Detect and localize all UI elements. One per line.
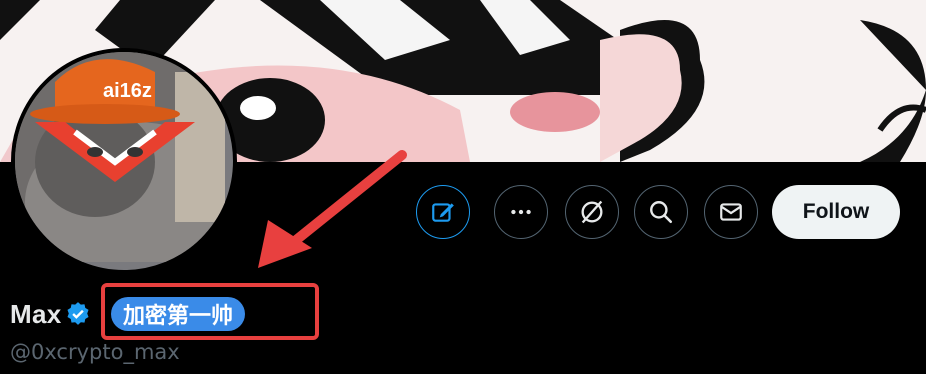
more-icon (511, 209, 531, 215)
hat-text: ai16z (103, 80, 152, 102)
edit-button[interactable] (416, 185, 470, 239)
verified-badge-icon[interactable] (65, 301, 91, 327)
search-icon (650, 201, 673, 224)
name-row: Max (10, 296, 91, 332)
mail-icon (720, 203, 742, 221)
avatar[interactable]: ai16z (11, 48, 237, 274)
message-button[interactable] (704, 185, 758, 239)
follow-button[interactable]: Follow (772, 185, 900, 239)
annotation-highlight-box (101, 283, 319, 340)
search-button[interactable] (634, 185, 688, 239)
more-button[interactable] (494, 185, 548, 239)
display-name: Max (10, 298, 62, 329)
grok-icon (581, 200, 603, 224)
grok-button[interactable] (565, 185, 619, 239)
user-handle: @0xcrypto_max (10, 340, 180, 364)
avatar-image: ai16z (15, 52, 225, 262)
edit-icon (432, 203, 454, 222)
